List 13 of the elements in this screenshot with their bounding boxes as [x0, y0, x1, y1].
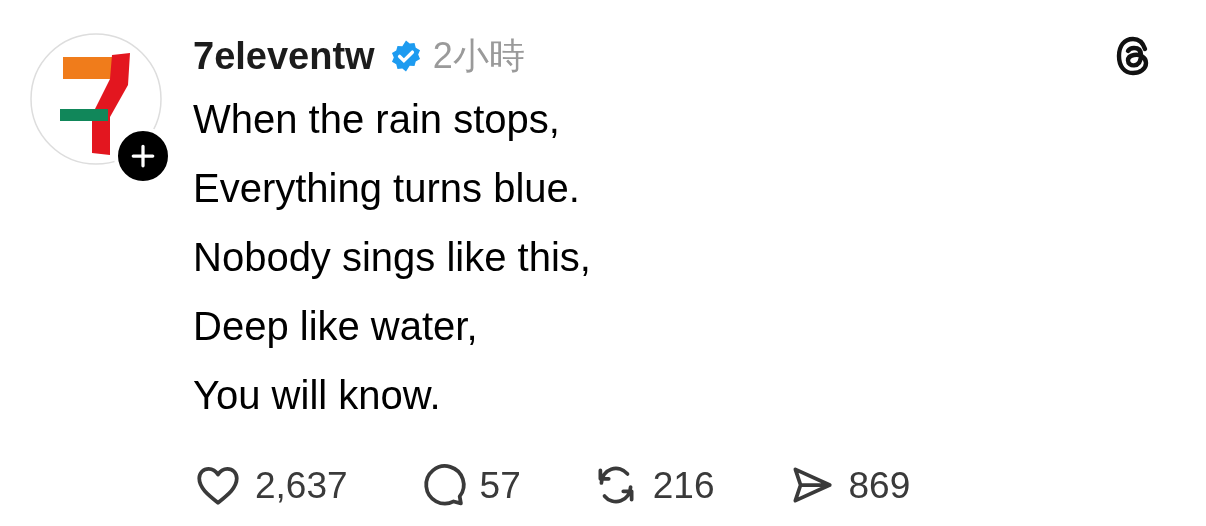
avatar[interactable] — [30, 33, 162, 165]
username[interactable]: 7eleventw — [193, 37, 375, 75]
plus-icon — [130, 143, 156, 169]
post-text-line: Everything turns blue. — [193, 165, 581, 212]
post-text-line: Deep like water, — [193, 303, 479, 350]
comment-button[interactable]: 57 — [417, 460, 521, 510]
like-button[interactable]: 2,637 — [193, 460, 348, 510]
share-button[interactable]: 869 — [786, 460, 911, 510]
post-text-line: When the rain stops, — [193, 96, 561, 143]
post-text-line: You will know. — [193, 372, 442, 419]
post-text-line: Nobody sings like this, — [193, 234, 592, 281]
repost-button[interactable]: 216 — [590, 460, 715, 510]
post-time: 2小時 — [432, 38, 525, 74]
